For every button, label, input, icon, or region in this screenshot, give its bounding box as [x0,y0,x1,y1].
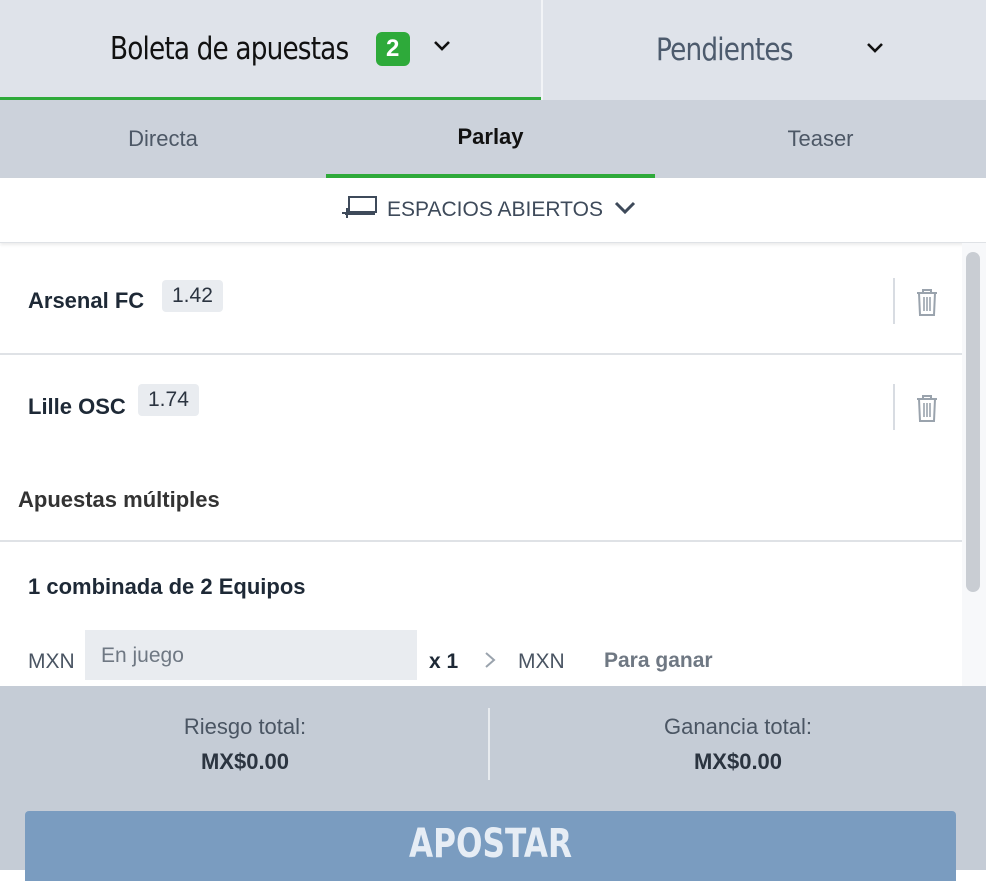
betslip-header: Boleta de apuestas 2 Pendientes [0,0,986,100]
combo-title: 1 combinada de 2 Equipos [28,574,306,599]
to-win-field[interactable]: Para ganar [604,649,713,673]
place-bet-button[interactable]: APOSTAR [25,811,956,881]
bet-type-tabs: Directa Parlay Teaser [0,100,986,178]
trash-icon[interactable] [915,287,939,322]
stake-currency: MXN [28,650,75,673]
stake-input[interactable] [85,630,417,680]
tab-betslip[interactable]: Boleta de apuestas 2 [0,0,541,100]
tab-teaser[interactable]: Teaser [655,100,986,178]
open-spaces-label: ESPACIOS ABIERTOS [387,198,603,221]
row-divider [893,384,895,430]
betslip-count-badge: 2 [375,31,410,66]
chevron-down-icon [613,198,645,222]
list-item: Lille OSC 1.74 [0,355,962,465]
add-slot-icon [341,194,387,226]
gain-total: Ganancia total: MX$0.00 [490,686,986,800]
win-currency: MXN [518,650,565,673]
pending-label: Pendientes [656,32,793,68]
place-bet-label: APOSTAR [408,821,573,867]
totals-panel: Riesgo total: MX$0.00 Ganancia total: MX… [0,686,986,800]
scrollbar-thumb[interactable] [966,252,980,592]
combo-bet: 1 combinada de 2 Equipos MXN x 1 MXN Par… [0,540,962,680]
chevron-down-icon[interactable] [865,41,885,60]
trash-icon[interactable] [915,393,939,428]
selection-odds: 1.74 [138,384,199,416]
risk-total: Riesgo total: MX$0.00 [0,686,490,800]
multiplier-label: x 1 [429,650,459,673]
tab-directa[interactable]: Directa [0,100,326,178]
gain-value: MX$0.00 [693,749,783,774]
selections-list: Arsenal FC 1.42 Lille OSC 1.74 Apuestas … [0,243,962,680]
list-item: Arsenal FC 1.42 [0,243,962,355]
tab-pending[interactable]: Pendientes [543,0,986,100]
multiples-title: Apuestas múltiples [18,487,220,512]
risk-label: Riesgo total: [183,714,307,739]
selection-odds: 1.42 [162,280,223,312]
betslip-label: Boleta de apuestas [110,30,349,67]
row-divider [893,278,895,324]
open-spaces-toggle[interactable]: ESPACIOS ABIERTOS [0,178,986,243]
chevron-down-icon[interactable] [432,39,452,58]
chevron-right-icon [483,650,497,675]
risk-value: MX$0.00 [200,749,290,774]
selection-team: Arsenal FC [28,288,145,313]
selection-team: Lille OSC [28,394,126,419]
tab-parlay[interactable]: Parlay [326,100,655,178]
gain-label: Ganancia total: [664,714,812,739]
